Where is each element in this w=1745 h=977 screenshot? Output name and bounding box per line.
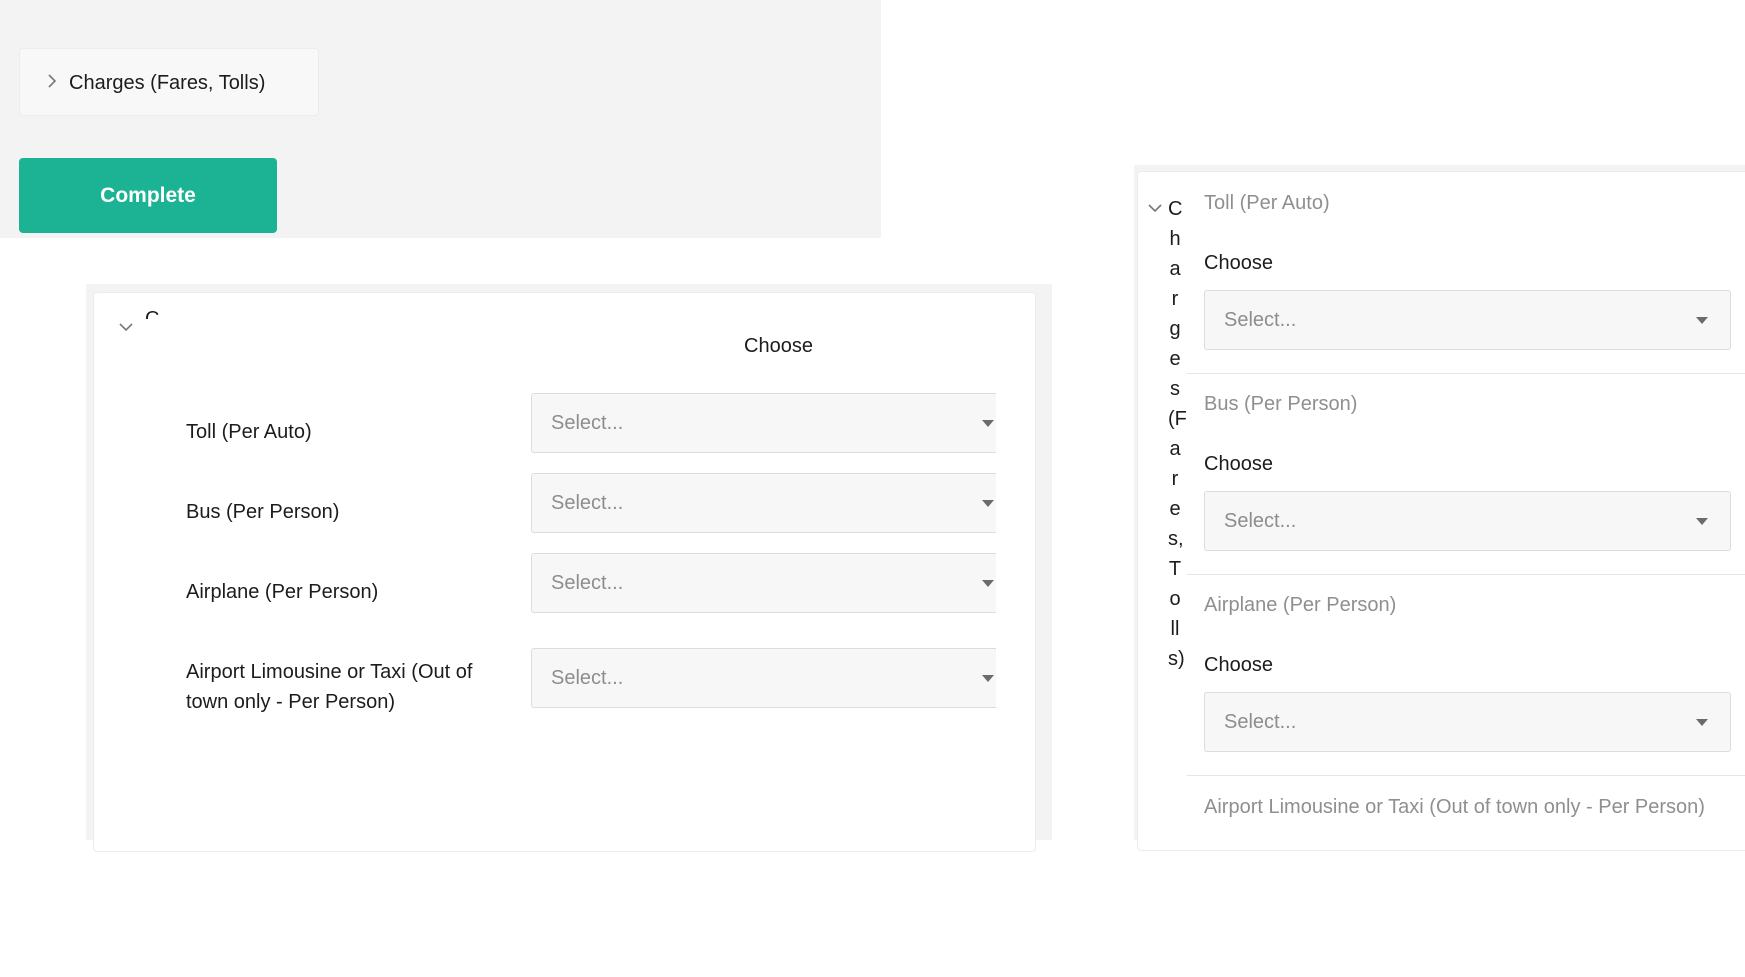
charges-accordion-expanded: C Choose Toll (Per Auto) Select... Bus (… <box>93 292 1036 852</box>
bus-select[interactable]: Select... <box>531 473 996 533</box>
section-title: Bus (Per Person) <box>1204 393 1358 415</box>
charges-accordion-expanded-mobile: Charges(Fares,Tolls) Toll (Per Auto) Cho… <box>1137 171 1745 851</box>
choose-label: Choose <box>1204 654 1273 676</box>
complete-button[interactable]: Complete <box>19 158 277 233</box>
choose-label: Choose <box>1204 453 1273 475</box>
choose-column-header: Choose <box>744 335 813 357</box>
select-placeholder: Select... <box>551 572 624 594</box>
caret-down-icon <box>1696 719 1708 726</box>
limousine-select[interactable]: Select... <box>531 648 996 708</box>
collapsed-panel: Charges (Fares, Tolls) Complete <box>0 0 881 238</box>
caret-down-icon <box>982 580 994 587</box>
row-label-bus: Bus (Per Person) <box>186 501 340 523</box>
accordion-title: Charges (Fares, Tolls) <box>69 72 266 94</box>
row-label-toll: Toll (Per Auto) <box>186 421 312 443</box>
select-box[interactable]: Select... <box>531 393 996 453</box>
mobile-panel: Charges(Fares,Tolls) Toll (Per Auto) Cho… <box>1134 165 1745 851</box>
section-bus: Bus (Per Person) Choose Select... <box>1187 373 1745 575</box>
caret-down-icon <box>1696 518 1708 525</box>
section-toll: Toll (Per Auto) Choose Select... <box>1187 172 1745 374</box>
airplane-select[interactable]: Select... <box>531 553 996 613</box>
section-title: Airplane (Per Person) <box>1204 594 1397 616</box>
caret-down-icon <box>982 500 994 507</box>
chevron-down-icon[interactable] <box>1145 198 1165 218</box>
caret-down-icon <box>1696 317 1708 324</box>
toll-select[interactable]: Select... <box>1204 290 1731 350</box>
select-placeholder: Select... <box>1224 510 1297 532</box>
select-box[interactable]: Select... <box>531 473 996 533</box>
select-placeholder: Select... <box>1224 309 1297 331</box>
row-label-airplane: Airplane (Per Person) <box>186 581 379 603</box>
select-placeholder: Select... <box>551 492 624 514</box>
caret-down-icon <box>982 675 994 682</box>
charges-accordion-header[interactable]: Charges (Fares, Tolls) <box>19 48 319 116</box>
chevron-down-icon[interactable] <box>116 317 136 337</box>
select-box[interactable]: Select... <box>531 648 996 708</box>
section-limousine: Airport Limousine or Taxi (Out of town o… <box>1187 775 1745 977</box>
accordion-title-truncated: C <box>145 309 159 319</box>
toll-select[interactable]: Select... <box>531 393 996 453</box>
chevron-right-icon <box>48 74 57 88</box>
select-placeholder: Select... <box>1224 711 1297 733</box>
select-placeholder: Select... <box>551 412 624 434</box>
desktop-panel: C Choose Toll (Per Auto) Select... Bus (… <box>86 284 1052 852</box>
section-airplane: Airplane (Per Person) Choose Select... <box>1187 574 1745 776</box>
section-title: Airport Limousine or Taxi (Out of town o… <box>1204 796 1705 818</box>
choose-label: Choose <box>1204 252 1273 274</box>
row-label-limousine: Airport Limousine or Taxi (Out of town o… <box>186 661 473 713</box>
select-placeholder: Select... <box>551 667 624 689</box>
select-box[interactable]: Select... <box>531 553 996 613</box>
section-title: Toll (Per Auto) <box>1204 192 1330 214</box>
bus-select[interactable]: Select... <box>1204 491 1731 551</box>
caret-down-icon <box>982 420 994 427</box>
accordion-title-vertical: Charges(Fares,Tolls) <box>1168 198 1187 670</box>
airplane-select[interactable]: Select... <box>1204 692 1731 752</box>
